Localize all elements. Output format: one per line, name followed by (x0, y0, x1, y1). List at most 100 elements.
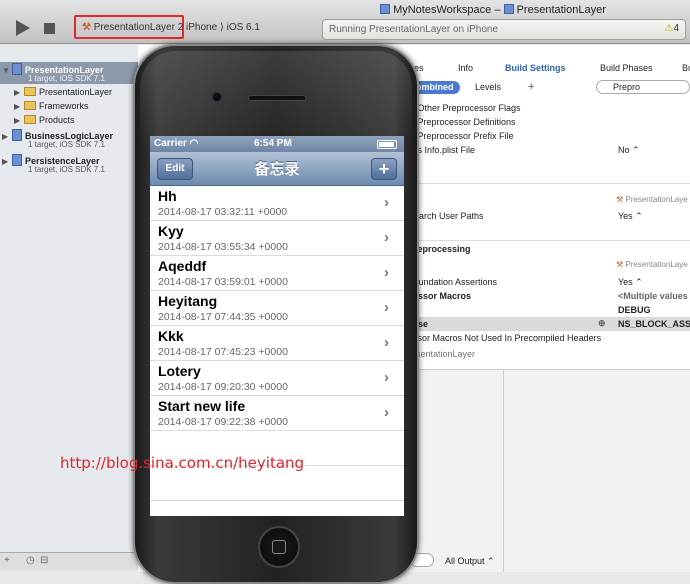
add-note-button[interactable]: + (371, 158, 397, 180)
carrier-label: Carrier ◠ (154, 138, 199, 149)
note-title: Lotery (158, 363, 201, 379)
debug-area-split[interactable] (503, 369, 504, 572)
chevron-right-icon: ⟩ (219, 22, 227, 33)
list-item[interactable]: Kyy 2014-08-17 03:55:34 +0000 › (150, 221, 404, 256)
disclosure-closed-icon: ▶ (14, 102, 21, 111)
xcodeproj-icon (12, 154, 22, 166)
add-setting-icon[interactable]: + (528, 81, 534, 93)
disclosure-open-icon: ▼ (2, 66, 10, 75)
xcodeproj-icon (12, 63, 22, 75)
disclosure-closed-icon: ▶ (14, 88, 21, 97)
divider (393, 240, 690, 241)
note-date: 2014-08-17 03:59:01 +0000 (158, 276, 288, 288)
warnings-count: 4 (673, 23, 679, 34)
home-button[interactable] (258, 526, 300, 568)
window-title: MyNotesWorkspace – PresentationLayer (380, 4, 606, 16)
activity-viewer: Running PresentationLayer on iPhone ⚠4 (322, 19, 686, 40)
target-icon: ⚒ (616, 195, 624, 204)
home-square-icon (272, 540, 286, 554)
note-title: Start new life (158, 398, 246, 414)
note-title: Heyitang (158, 293, 218, 309)
add-icon[interactable]: + (4, 555, 10, 566)
chevron-right-icon: › (384, 369, 389, 386)
device-selector[interactable]: iPhone ⟩ iOS 6.1 (186, 22, 260, 33)
xcodeproj-icon (12, 129, 22, 141)
debug-area (392, 369, 690, 572)
battery-icon (377, 140, 397, 149)
list-item[interactable]: Aqeddf 2014-08-17 03:59:01 +0000 › (150, 256, 404, 291)
scheme-selector[interactable]: ⚒ PresentationLayer 2 (82, 22, 183, 33)
scheme-label: PresentationLayer (93, 22, 175, 33)
tab-build-settings[interactable]: Build Settings (505, 63, 566, 73)
list-item[interactable]: Start new life 2014-08-17 09:22:38 +0000… (150, 396, 404, 431)
target-icon: ⚒ (616, 260, 624, 269)
navigator-filter-bar: + ◷ ⊟ (0, 552, 138, 570)
note-title: Kkk (158, 328, 184, 344)
divider (393, 183, 690, 184)
list-item[interactable]: Hh 2014-08-17 03:32:11 +0000 › (150, 186, 404, 221)
workspace-icon (380, 4, 390, 14)
run-button[interactable] (16, 20, 30, 36)
list-item[interactable]: Heyitang 2014-08-17 07:44:35 +0000 › (150, 291, 404, 326)
wifi-icon: ◠ (189, 138, 199, 149)
camera-icon (211, 91, 223, 103)
clock-icon[interactable]: ◷ (26, 555, 35, 566)
note-date: 2014-08-17 09:22:38 +0000 (158, 416, 288, 428)
ios-navigation-bar: 备忘录 Edit + (150, 152, 404, 186)
device-label: iPhone (186, 22, 218, 33)
project-navigator: ▼ PresentationLayer 1 target, iOS SDK 7.1… (0, 45, 138, 565)
nav-group-frameworks[interactable]: ▶ Frameworks (14, 101, 89, 115)
edit-button[interactable]: Edit (157, 158, 193, 180)
chevron-right-icon: › (384, 299, 389, 316)
search-input[interactable]: Prepro (596, 80, 690, 94)
column-header: ⚒ PresentationLaye (616, 260, 688, 269)
nav-project-sub: 1 target, iOS SDK 7.1 (28, 140, 105, 149)
note-date: 2014-08-17 07:45:23 +0000 (158, 346, 288, 358)
note-title: Hh (158, 188, 177, 204)
project-icon (503, 4, 514, 14)
xcode-toolbar: ⚒ PresentationLayer 2 iPhone ⟩ iOS 6.1 M… (0, 0, 690, 44)
note-title: Aqeddf (158, 258, 207, 274)
warnings-badge[interactable]: ⚠4 (664, 23, 679, 34)
folder-icon (24, 87, 36, 96)
disclosure-closed-icon: ▶ (14, 116, 21, 125)
hammer-icon: ⚒ (82, 22, 91, 33)
nav-project-sub: 1 target, iOS SDK 7.1 (28, 74, 105, 83)
note-date: 2014-08-17 07:44:35 +0000 (158, 311, 288, 323)
battery-fill (379, 142, 394, 147)
nav-group-presentationlayer[interactable]: ▶ PresentationLayer (14, 87, 112, 101)
note-title: Kyy (158, 223, 184, 239)
watermark-url: http://blog.sina.com.cn/heyitang (60, 454, 305, 472)
list-item[interactable]: Lotery 2014-08-17 09:20:30 +0000 › (150, 361, 404, 396)
tab-build-phases[interactable]: Build Phases (600, 63, 653, 73)
chevron-right-icon: › (384, 264, 389, 281)
nav-group-products[interactable]: ▶ Products (14, 115, 75, 129)
nav-project-sub: 1 target, iOS SDK 7.1 (28, 165, 105, 174)
speaker-grille (248, 95, 306, 101)
chevron-right-icon: › (384, 229, 389, 246)
separator-dash: – (494, 4, 504, 16)
folder-icon (24, 101, 36, 110)
note-date: 2014-08-17 03:32:11 +0000 (158, 206, 288, 218)
add-condition-icon[interactable]: ⊕ (598, 318, 606, 329)
stop-button[interactable] (44, 23, 55, 34)
workspace-name: MyNotesWorkspace (393, 4, 492, 16)
scheme-suffix: 2 (177, 22, 184, 33)
chevron-right-icon: › (384, 194, 389, 211)
column-header: ⚒ PresentationLaye (616, 195, 688, 204)
status-text: Running PresentationLayer on iPhone (329, 24, 499, 35)
ios-clock: 6:54 PM (254, 138, 292, 149)
levels-toggle[interactable]: Levels (475, 82, 501, 92)
filter-icon[interactable]: ⊟ (40, 555, 48, 566)
disclosure-closed-icon: ▶ (2, 157, 9, 166)
note-date: 2014-08-17 03:55:34 +0000 (158, 241, 288, 253)
disclosure-closed-icon: ▶ (2, 132, 9, 141)
tab-build-rules[interactable]: Bu (682, 63, 690, 73)
output-filter-select[interactable]: All Output ⌃ (445, 556, 495, 567)
os-label: iOS 6.1 (226, 22, 260, 33)
note-date: 2014-08-17 09:20:30 +0000 (158, 381, 288, 393)
ios-status-bar: Carrier ◠ 6:54 PM (150, 136, 404, 152)
project-name: PresentationLayer (516, 4, 606, 16)
list-item[interactable]: Kkk 2014-08-17 07:45:23 +0000 › (150, 326, 404, 361)
tab-info[interactable]: Info (458, 63, 473, 73)
